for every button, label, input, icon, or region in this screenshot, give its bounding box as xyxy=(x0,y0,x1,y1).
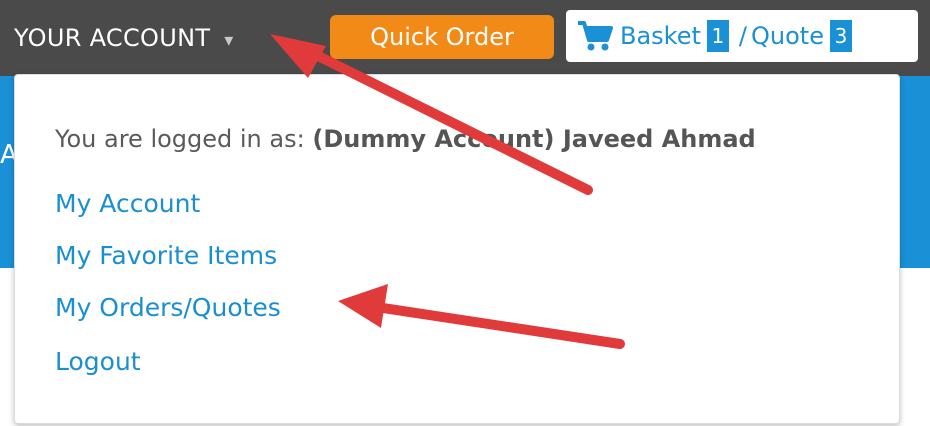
basket-label: Basket xyxy=(620,22,701,50)
my-account-link[interactable]: My Account xyxy=(55,189,200,218)
logout-link[interactable]: Logout xyxy=(55,347,141,376)
my-orders-quotes-link[interactable]: My Orders/Quotes xyxy=(55,293,281,322)
top-nav-bar: YOUR ACCOUNT ▾ Quick Order Basket 1 / Qu… xyxy=(0,0,930,76)
quote-count-badge: 3 xyxy=(829,20,852,52)
my-favorite-items-link[interactable]: My Favorite Items xyxy=(55,241,277,270)
quote-label: Quote xyxy=(751,22,824,50)
logged-in-prefix: You are logged in as: xyxy=(55,125,305,153)
shopping-cart-icon xyxy=(576,20,614,52)
basket-count-badge: 1 xyxy=(706,20,729,52)
chevron-down-icon: ▾ xyxy=(224,30,234,51)
logged-in-user-name: (Dummy Account) Javeed Ahmad xyxy=(312,125,756,153)
quick-order-button[interactable]: Quick Order xyxy=(330,15,554,59)
account-dropdown-menu: You are logged in as: (Dummy Account) Ja… xyxy=(14,74,900,424)
page: A YOUR ACCOUNT ▾ Quick Order Basket 1 / … xyxy=(0,0,930,426)
separator: / xyxy=(738,22,747,50)
logged-in-status: You are logged in as: (Dummy Account) Ja… xyxy=(55,125,756,153)
basket-quote-link[interactable]: Basket 1 / Quote 3 xyxy=(566,10,918,62)
your-account-label: YOUR ACCOUNT xyxy=(14,24,211,52)
your-account-menu-toggle[interactable]: YOUR ACCOUNT ▾ xyxy=(14,20,234,56)
